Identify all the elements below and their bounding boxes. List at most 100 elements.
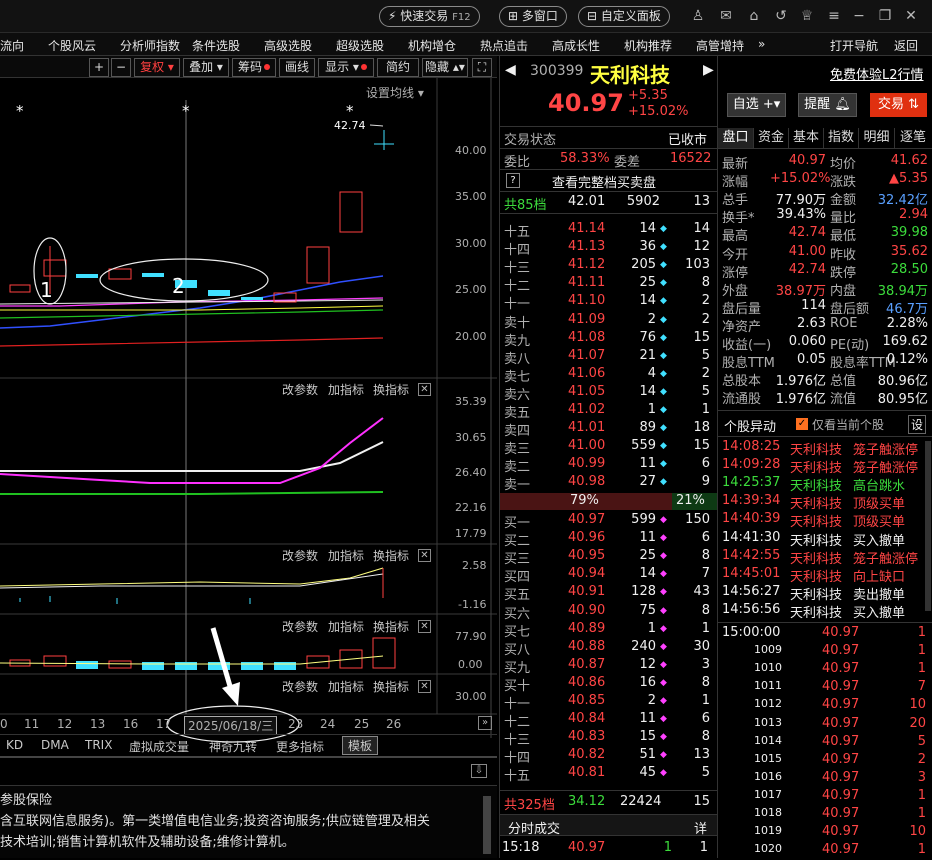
sell-level-row[interactable]: 卖七 41.06 4 ◆ 2 <box>500 366 718 385</box>
zoom-out-button[interactable]: − <box>111 58 131 77</box>
restore-icon[interactable]: ❐ <box>877 8 893 24</box>
fuquan-dropdown[interactable]: 复权 ▾ <box>134 58 180 77</box>
sell-level-row[interactable]: 十二 41.11 25 ◆ 8 <box>500 275 718 294</box>
quick-trade-button[interactable]: ⚡ 快速交易 F12 <box>379 6 480 27</box>
splitter[interactable] <box>0 756 497 758</box>
buy-level-row[interactable]: 买六 40.90 75 ◆ 8 <box>500 603 718 622</box>
movement-item[interactable]: 14:25:37 天利科技 高台跳水 <box>718 475 932 494</box>
swap-indicator-button[interactable]: 换指标 <box>373 618 409 635</box>
menu-item[interactable]: 分析师指数 <box>120 37 180 54</box>
mail-icon[interactable]: ✉ <box>718 8 734 24</box>
user-icon[interactable]: ♙ <box>690 8 706 24</box>
ticks-detail-button[interactable]: 详 <box>694 818 707 837</box>
full-book-link[interactable]: 查看完整档买卖盘 <box>552 172 656 191</box>
overlay-dropdown[interactable]: 叠加 ▾ <box>183 58 229 77</box>
skin-icon[interactable]: ♕ <box>799 8 815 24</box>
buy-level-row[interactable]: 十五 40.81 45 ◆ 5 <box>500 765 718 784</box>
buy-level-row[interactable]: 买八 40.88 240 ◆ 30 <box>500 639 718 658</box>
buy-level-row[interactable]: 买十 40.86 16 ◆ 8 <box>500 675 718 694</box>
tab-tick-by-tick[interactable]: 逐笔 <box>895 128 931 148</box>
movement-scrollbar[interactable] <box>925 441 931 611</box>
movement-item[interactable]: 14:56:56 天利科技 买入撤单 <box>718 602 932 621</box>
checkbox-checked-icon[interactable]: ✓ <box>796 418 808 430</box>
swap-indicator-button[interactable]: 换指标 <box>373 381 409 398</box>
change-params-button[interactable]: 改参数 <box>282 547 318 564</box>
open-nav-menu[interactable]: 打开导航 <box>830 37 878 54</box>
add-indicator-button[interactable]: 加指标 <box>328 678 364 695</box>
multi-window-button[interactable]: ⊞ 多窗口 <box>499 6 567 27</box>
back-icon[interactable]: ↺ <box>773 8 789 24</box>
change-params-button[interactable]: 改参数 <box>282 618 318 635</box>
close-panel-icon[interactable]: ✕ <box>418 620 431 633</box>
sell-level-row[interactable]: 卖九 41.08 76 ◆ 15 <box>500 330 718 349</box>
custom-panel-button[interactable]: ⊟ 自定义面板 <box>578 6 670 27</box>
buy-level-row[interactable]: 买九 40.87 12 ◆ 3 <box>500 657 718 676</box>
sell-level-row[interactable]: 卖一 40.98 27 ◆ 9 <box>500 474 718 493</box>
sell-level-row[interactable]: 十五 41.14 14 ◆ 14 <box>500 221 718 240</box>
minimize-icon[interactable]: − <box>851 8 867 24</box>
buy-level-row[interactable]: 买四 40.94 14 ◆ 7 <box>500 566 718 585</box>
sell-level-row[interactable]: 十一 41.10 14 ◆ 2 <box>500 293 718 312</box>
menu-item[interactable]: 流向 <box>0 37 24 54</box>
display-dropdown[interactable]: 显示 ▾ <box>318 58 374 77</box>
help-icon[interactable]: ? <box>506 173 520 188</box>
menu-item[interactable]: 高管增持 <box>696 37 744 54</box>
tab-trix[interactable]: TRIX <box>85 738 112 752</box>
movement-settings-button[interactable]: 设 <box>908 415 927 434</box>
sell-level-row[interactable]: 卖五 41.02 1 ◆ 1 <box>500 402 718 421</box>
zoom-in-button[interactable]: + <box>89 58 109 77</box>
scroll-right-icon[interactable]: » <box>478 716 492 730</box>
movement-item[interactable]: 14:40:39 天利科技 顶级买单 <box>718 511 932 530</box>
tab-virtual-volume[interactable]: 虚拟成交量 <box>129 738 189 755</box>
sell-level-row[interactable]: 卖四 41.01 89 ◆ 18 <box>500 420 718 439</box>
chips-button[interactable]: 筹码 <box>232 58 276 77</box>
add-indicator-button[interactable]: 加指标 <box>328 381 364 398</box>
tab-magic-nine[interactable]: 神奇九转 <box>209 738 257 755</box>
close-panel-icon[interactable]: ✕ <box>418 680 431 693</box>
add-indicator-button[interactable]: 加指标 <box>328 547 364 564</box>
menu-item[interactable]: 高成长性 <box>552 37 600 54</box>
sell-level-row[interactable]: 卖八 41.07 21 ◆ 5 <box>500 348 718 367</box>
tab-more-indicators[interactable]: 更多指标 <box>276 738 324 755</box>
buy-level-row[interactable]: 买三 40.95 25 ◆ 8 <box>500 548 718 567</box>
movement-item[interactable]: 14:39:34 天利科技 顶级买单 <box>718 493 932 512</box>
home-icon[interactable]: ⌂ <box>746 8 762 24</box>
menu-item[interactable]: 机构增仓 <box>408 37 456 54</box>
tab-basic[interactable]: 基本 <box>789 128 824 148</box>
swap-indicator-button[interactable]: 换指标 <box>373 678 409 695</box>
menu-icon[interactable]: ≡ <box>826 8 842 24</box>
menu-item[interactable]: 高级选股 <box>264 37 312 54</box>
trade-button[interactable]: 交易 ⇅ <box>870 93 927 117</box>
sell-level-row[interactable]: 卖二 40.99 11 ◆ 6 <box>500 456 718 475</box>
close-icon[interactable]: ✕ <box>903 8 919 24</box>
tab-pankou[interactable]: 盘口 <box>718 128 754 148</box>
menu-item[interactable]: 热点追击 <box>480 37 528 54</box>
add-indicator-button[interactable]: 加指标 <box>328 618 364 635</box>
buy-level-row[interactable]: 十二 40.84 11 ◆ 6 <box>500 711 718 730</box>
set-ma-button[interactable]: 设置均线 ▾ <box>366 84 424 101</box>
tab-funds[interactable]: 资金 <box>754 128 789 148</box>
swap-indicator-button[interactable]: 换指标 <box>373 547 409 564</box>
scrollbar[interactable] <box>483 796 491 854</box>
tab-detail[interactable]: 明细 <box>859 128 895 148</box>
sell-level-row[interactable]: 卖六 41.05 14 ◆ 5 <box>500 384 718 403</box>
menu-item[interactable]: 超级选股 <box>336 37 384 54</box>
next-stock-icon[interactable]: ▶ <box>703 62 714 78</box>
buy-level-row[interactable]: 买七 40.89 1 ◆ 1 <box>500 621 718 640</box>
sell-level-row[interactable]: 卖三 41.00 559 ◆ 15 <box>500 438 718 457</box>
free-l2-link[interactable]: 免费体验L2行情 <box>830 64 924 83</box>
sell-level-row[interactable]: 十四 41.13 36 ◆ 12 <box>500 239 718 258</box>
menu-item[interactable]: 个股风云 <box>48 37 96 54</box>
buy-level-row[interactable]: 买一 40.97 599 ◆ 150 <box>500 512 718 531</box>
tab-index[interactable]: 指数 <box>824 128 859 148</box>
draw-line-button[interactable]: 画线 <box>279 58 315 77</box>
movement-item[interactable]: 14:42:55 天利科技 笼子触涨停 <box>718 548 932 567</box>
buy-level-row[interactable]: 十三 40.83 15 ◆ 8 <box>500 729 718 748</box>
prev-stock-icon[interactable]: ◀ <box>505 62 516 78</box>
buy-level-row[interactable]: 十一 40.85 2 ◆ 1 <box>500 693 718 712</box>
back-menu[interactable]: 返回 <box>894 37 918 54</box>
buy-level-row[interactable]: 十四 40.82 51 ◆ 13 <box>500 747 718 766</box>
menu-item[interactable]: 机构推荐 <box>624 37 672 54</box>
movement-item[interactable]: 14:56:27 天利科技 卖出撤单 <box>718 584 932 603</box>
sell-level-row[interactable]: 十三 41.12 205 ◆ 103 <box>500 257 718 276</box>
